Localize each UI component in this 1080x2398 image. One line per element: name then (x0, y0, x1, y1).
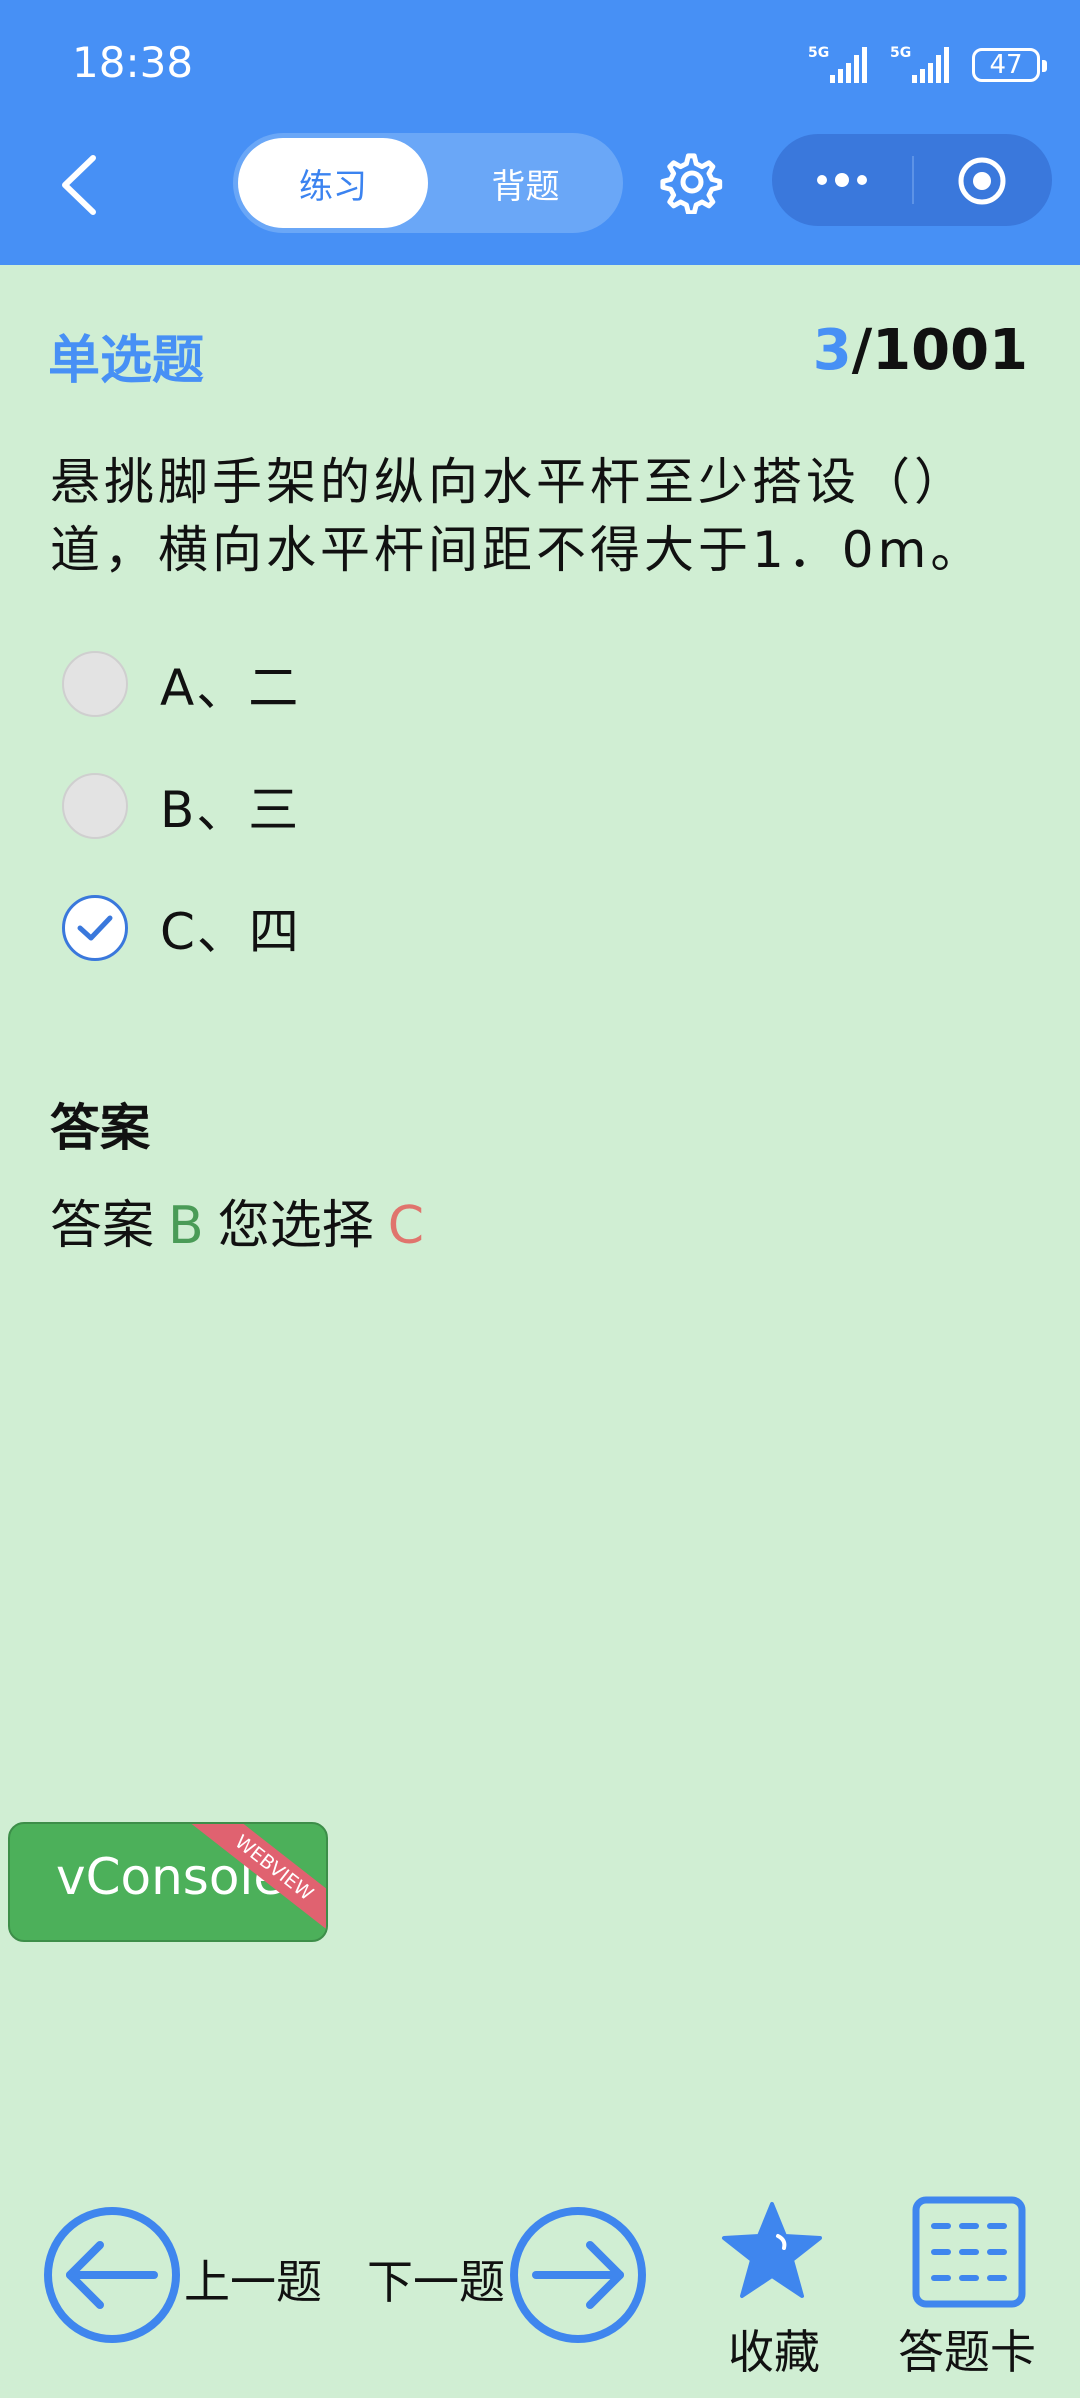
prev-question-button[interactable]: 上一题 (184, 2246, 322, 2312)
answer-card-button[interactable]: 答题卡 (898, 2316, 1036, 2382)
answer-line: 答案 B 您选择 C (50, 1183, 424, 1258)
checkmark-icon[interactable] (62, 895, 128, 961)
total-number: /1001 (851, 318, 1028, 383)
next-question-button[interactable]: 下一题 (367, 2246, 505, 2312)
option-a[interactable]: A、二 (62, 644, 662, 724)
option-label: C、四 (160, 903, 301, 961)
target-icon[interactable] (957, 156, 1007, 206)
tab-practice[interactable]: 练习 (238, 138, 428, 228)
mini-program-capsule (772, 134, 1052, 226)
app-header: 18:38 5G 5G 47 练习 背题 (0, 0, 1080, 265)
favorite-button[interactable]: 收藏 (728, 2316, 820, 2382)
gear-icon[interactable] (660, 150, 724, 214)
chosen-prefix: 您选择 (217, 1196, 374, 1256)
option-c[interactable]: C、四 (62, 888, 662, 968)
next-arrow-icon[interactable] (508, 2205, 648, 2345)
answer-title: 答案 (50, 1099, 150, 1157)
status-icons: 5G 5G 47 (808, 40, 1047, 90)
radio-unchecked-icon[interactable] (62, 651, 128, 717)
current-number: 3 (812, 318, 852, 383)
star-icon[interactable] (720, 2200, 824, 2300)
signal-5g-icon: 5G (808, 45, 867, 83)
option-label: B、三 (160, 781, 301, 839)
mode-switch: 练习 背题 (233, 133, 623, 233)
answer-prefix: 答案 (50, 1196, 155, 1256)
battery-icon: 47 (972, 48, 1047, 82)
back-icon[interactable] (55, 150, 105, 220)
vconsole-button[interactable]: vConsole WEBVIEW (8, 1822, 328, 1942)
question-type: 单选题 (48, 331, 205, 391)
option-b[interactable]: B、三 (62, 766, 662, 846)
signal-5g-icon: 5G (890, 45, 949, 83)
option-label: A、二 (160, 659, 301, 717)
answer-card-icon[interactable] (910, 2196, 1028, 2308)
svg-text:5G: 5G (808, 45, 829, 61)
tab-memorize[interactable]: 背题 (433, 138, 618, 228)
correct-answer: B (168, 1196, 204, 1256)
prev-arrow-icon[interactable] (42, 2205, 182, 2345)
more-icon[interactable] (812, 164, 872, 196)
svg-text:5G: 5G (890, 45, 911, 61)
chosen-answer: C (387, 1196, 425, 1256)
question-progress: 3/1001 (813, 318, 1028, 383)
question-text: 悬挑脚手架的纵向水平杆至少搭设（）道，横向水平杆间距不得大于1．0m。 (50, 453, 985, 579)
status-time: 18:38 (72, 38, 194, 87)
capsule-divider (912, 156, 914, 204)
radio-unchecked-icon[interactable] (62, 773, 128, 839)
